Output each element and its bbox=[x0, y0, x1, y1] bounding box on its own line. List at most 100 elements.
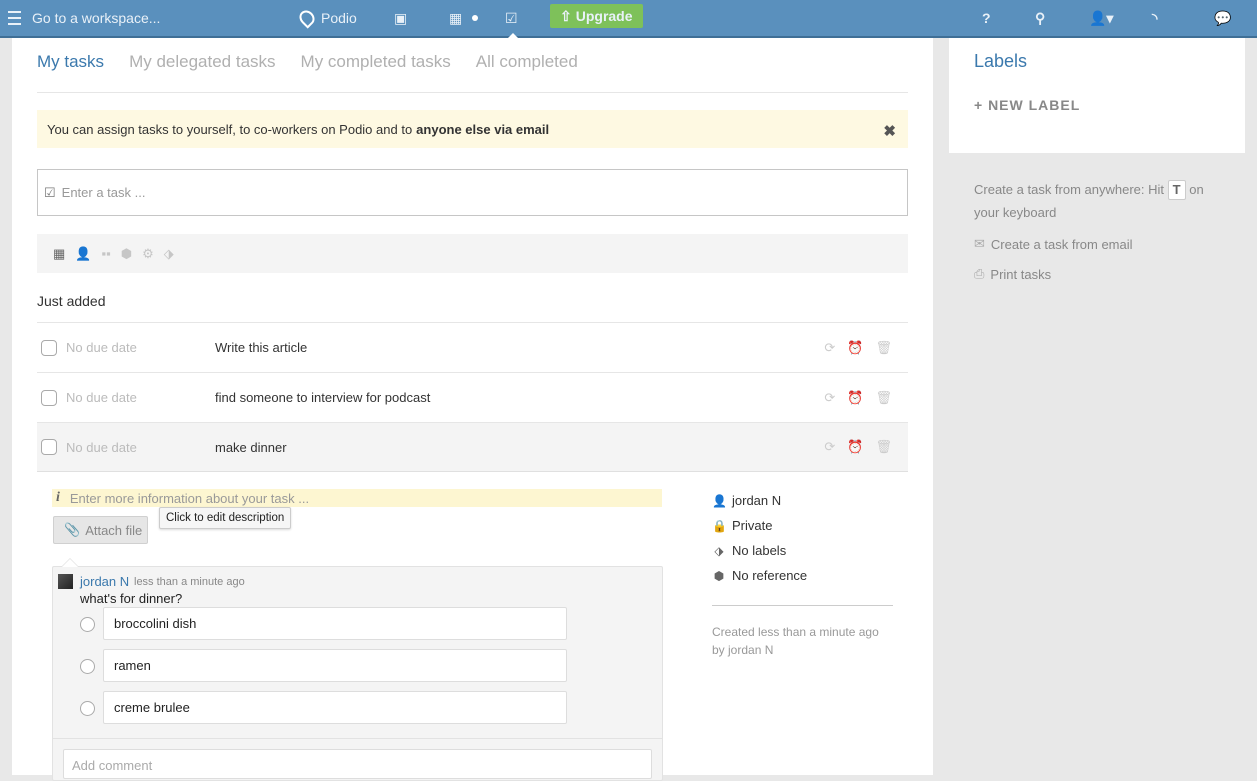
avatar[interactable] bbox=[58, 574, 73, 589]
podio-logo[interactable]: Podio bbox=[296, 0, 357, 36]
task-checkbox[interactable] bbox=[41, 389, 57, 406]
contacts-icon[interactable]: ▣ bbox=[394, 0, 407, 36]
labels-panel: Labels + NEW LABEL bbox=[949, 38, 1245, 153]
activity-feed-icon[interactable]: ◝ bbox=[1152, 0, 1157, 36]
keyboard-key: T bbox=[1167, 180, 1186, 200]
repeat-icon[interactable]: ⟳ bbox=[824, 390, 835, 406]
chat-icon[interactable]: 💬 bbox=[1214, 0, 1231, 36]
attach-file-button[interactable]: 📎 Attach file bbox=[53, 516, 148, 544]
task-checkbox[interactable] bbox=[41, 339, 57, 356]
keyboard-tip: Create a task from anywhere: Hit T on yo… bbox=[974, 178, 1224, 224]
assignee-row[interactable]: 👤 jordan N bbox=[712, 488, 807, 513]
task-title[interactable]: Write this article bbox=[215, 340, 307, 355]
privacy-row[interactable]: 🔒 Private bbox=[712, 513, 807, 538]
apps-icon[interactable]: ▪▪ bbox=[101, 246, 110, 261]
calendar-icon[interactable]: ▦ bbox=[449, 0, 462, 36]
label-icon[interactable]: ⬗ bbox=[164, 246, 174, 262]
poll-option-label[interactable]: creme brulee bbox=[103, 691, 567, 724]
trash-icon[interactable]: 🗑 bbox=[875, 390, 892, 406]
task-title[interactable]: find someone to interview for podcast bbox=[215, 390, 430, 405]
app-name: Podio bbox=[321, 10, 357, 26]
menu-icon[interactable] bbox=[8, 0, 22, 36]
info-icon: i bbox=[56, 490, 60, 505]
description-placeholder: Enter more information about your task .… bbox=[69, 490, 310, 506]
upgrade-button[interactable]: ⇧ Upgrade bbox=[550, 4, 643, 28]
print-icon: ⎙ bbox=[974, 266, 985, 281]
user-icon[interactable]: 👤▾ bbox=[1089, 0, 1113, 36]
assignee: jordan N bbox=[732, 493, 782, 508]
reminder-icon[interactable]: ⏰ bbox=[847, 439, 863, 455]
task-meta: 👤 jordan N 🔒 Private ⬗ No labels ⬢ No refere… bbox=[712, 488, 807, 588]
poll-radio[interactable] bbox=[80, 617, 95, 632]
reminder-icon[interactable]: ⏰ bbox=[847, 340, 863, 356]
created-info: Created less than a minute ago by jordan… bbox=[712, 623, 879, 659]
comment-author[interactable]: jordan N bbox=[80, 574, 129, 589]
task-row-selected[interactable]: No due date make dinner ⟳ ⏰ 🗑 bbox=[37, 422, 908, 472]
section-title: Just added bbox=[37, 293, 106, 309]
task-title[interactable]: make dinner bbox=[215, 440, 287, 455]
trash-icon[interactable]: 🗑 bbox=[875, 439, 892, 455]
calendar-icon[interactable]: ▦ bbox=[53, 246, 65, 262]
due-date[interactable]: No due date bbox=[66, 340, 215, 355]
tab-my-delegated-tasks[interactable]: My delegated tasks bbox=[129, 52, 275, 72]
poll-option-label[interactable]: broccolini dish bbox=[103, 607, 567, 640]
reference-row[interactable]: ⬢ No reference bbox=[712, 563, 807, 588]
poll-radio[interactable] bbox=[80, 701, 95, 716]
settings-icon[interactable]: ⚙ bbox=[142, 246, 154, 262]
print-link-label: Print tasks bbox=[990, 266, 1052, 282]
poll-option-label[interactable]: ramen bbox=[103, 649, 567, 682]
comment-time: less than a minute ago bbox=[134, 576, 245, 588]
label-icon: ⬗ bbox=[714, 543, 724, 558]
labels-row[interactable]: ⬗ No labels bbox=[712, 538, 807, 563]
create-task-from-email-link[interactable]: ✉ Create a task from email bbox=[974, 236, 1133, 252]
privacy: Private bbox=[732, 518, 773, 533]
reference-icon: ⬢ bbox=[713, 568, 725, 583]
email-icon: ✉ bbox=[974, 236, 985, 251]
tab-my-tasks[interactable]: My tasks bbox=[37, 52, 104, 72]
task-checkbox[interactable] bbox=[41, 439, 57, 455]
due-date[interactable]: No due date bbox=[66, 440, 215, 455]
labels: No labels bbox=[732, 543, 787, 558]
task-options-toolbar: ▦ 👤 ▪▪ ⬢ ⚙ ⬗ bbox=[37, 234, 908, 273]
task-description-field[interactable]: i Enter more information about your task… bbox=[52, 489, 662, 507]
created-by: by jordan N bbox=[712, 643, 774, 657]
task-row[interactable]: No due date Write this article ⟳ ⏰ 🗑 bbox=[37, 322, 908, 372]
reminder-icon[interactable]: ⏰ bbox=[847, 390, 863, 406]
divider bbox=[37, 92, 908, 93]
podio-logo-icon bbox=[296, 7, 318, 29]
new-label-button[interactable]: + NEW LABEL bbox=[974, 97, 1080, 113]
workspace-switcher[interactable]: Go to a workspace... bbox=[32, 0, 160, 36]
reference-icon[interactable]: ⬢ bbox=[121, 246, 132, 262]
close-icon[interactable]: ✖ bbox=[883, 122, 896, 140]
lock-icon: 🔒 bbox=[712, 518, 727, 533]
search-icon[interactable]: ⚲ bbox=[1035, 0, 1045, 36]
upgrade-label: Upgrade bbox=[575, 8, 633, 24]
task-row[interactable]: No due date find someone to interview fo… bbox=[37, 372, 908, 422]
task-input-placeholder: Enter a task ... bbox=[61, 185, 146, 200]
notice-bold-text: anyone else via email bbox=[416, 121, 550, 137]
comment-thread: jordan N less than a minute ago what's f… bbox=[52, 558, 663, 781]
notice-text: You can assign tasks to yourself, to co-… bbox=[47, 121, 413, 137]
person-icon: 👤 bbox=[712, 493, 727, 508]
trash-icon[interactable]: 🗑 bbox=[875, 340, 892, 356]
paperclip-icon: 📎 bbox=[64, 522, 81, 537]
help-icon[interactable]: ? bbox=[982, 0, 991, 36]
attach-label: Attach file bbox=[85, 522, 143, 538]
top-navigation-bar: Go to a workspace... Podio ▣ ▦ ☑ ⇧ Upgrad… bbox=[0, 0, 1257, 38]
tasks-icon[interactable]: ☑ bbox=[505, 0, 518, 38]
new-task-input[interactable]: ☑ Enter a task ... bbox=[37, 169, 908, 216]
divider bbox=[53, 738, 662, 739]
poll-radio[interactable] bbox=[80, 659, 95, 674]
person-icon[interactable]: 👤 bbox=[75, 246, 91, 262]
repeat-icon[interactable]: ⟳ bbox=[824, 340, 835, 356]
upgrade-arrow-icon: ⇧ bbox=[560, 7, 572, 24]
divider bbox=[712, 605, 893, 606]
comment-text: what's for dinner? bbox=[80, 591, 183, 606]
tab-my-completed-tasks[interactable]: My completed tasks bbox=[301, 52, 451, 72]
due-date[interactable]: No due date bbox=[66, 390, 215, 405]
print-tasks-link[interactable]: ⎙ Print tasks bbox=[974, 266, 1051, 282]
repeat-icon[interactable]: ⟳ bbox=[824, 439, 835, 455]
labels-title: Labels bbox=[974, 51, 1028, 71]
tab-all-completed[interactable]: All completed bbox=[476, 52, 578, 72]
tasks-main-panel: My tasks My delegated tasks My completed… bbox=[12, 38, 933, 781]
